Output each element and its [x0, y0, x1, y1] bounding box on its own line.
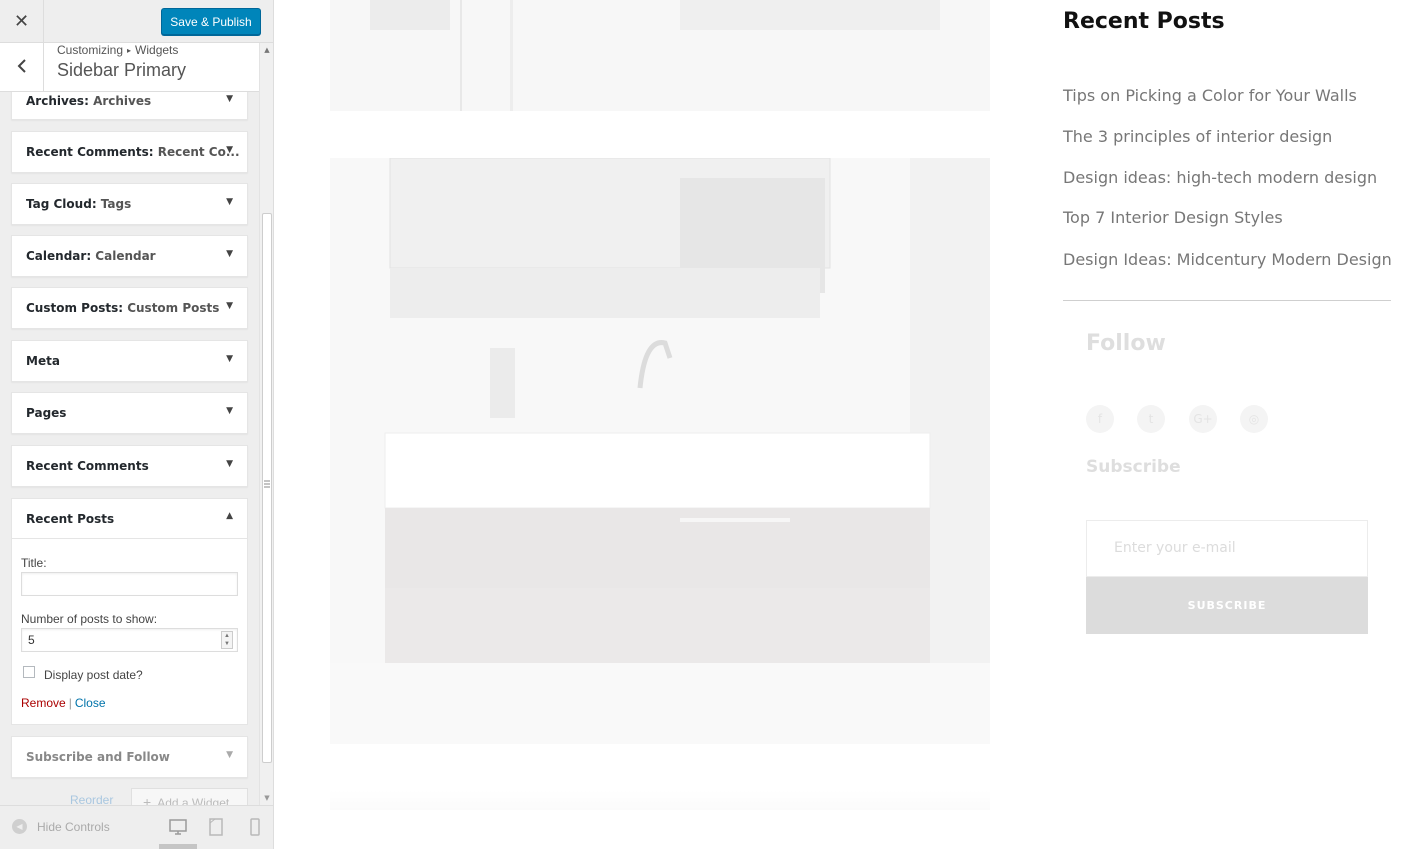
post-image-bathroom: [330, 158, 990, 744]
section-title: Sidebar Primary: [57, 60, 187, 80]
close-link[interactable]: Close: [75, 696, 106, 710]
twitter-icon[interactable]: t: [1137, 405, 1165, 433]
widget-instance: Archives: [93, 94, 152, 108]
post-count-stepper[interactable]: 5 ▲ ▼: [21, 628, 238, 652]
widget-name: Pages: [26, 406, 67, 420]
google-plus-icon[interactable]: G+: [1189, 405, 1217, 433]
widget-name: Recent Posts: [26, 512, 115, 526]
widget-instance: Tags: [100, 197, 132, 211]
expand-arrow-icon[interactable]: ▼: [226, 459, 233, 469]
widget-recent-posts-open: Recent Posts ▲ Title: Number of posts to…: [11, 498, 248, 725]
post-count-label: Number of posts to show:: [21, 612, 158, 626]
widget-name: Subscribe and Follow: [26, 750, 170, 764]
widget-name: Recent Comments: [26, 145, 149, 159]
display-date-label: Display post date?: [44, 668, 143, 682]
widget-name: Tag Cloud: [26, 197, 92, 211]
stepper-arrows-icon[interactable]: ▲ ▼: [221, 631, 233, 649]
subscribe-heading: Subscribe: [1086, 457, 1181, 477]
breadcrumb-leaf: Widgets: [135, 43, 179, 57]
expand-arrow-icon[interactable]: ▼: [226, 249, 233, 259]
section-header: Customizing ▸ Widgets Sidebar Primary: [0, 43, 260, 92]
collapse-arrow-icon[interactable]: ▲: [226, 511, 233, 521]
expand-arrow-icon[interactable]: ▼: [226, 750, 233, 760]
recent-post-link[interactable]: Top 7 Interior Design Styles: [1063, 208, 1283, 227]
customizer-panel: ✕ Save & Publish Customizing ▸ Widgets Sid…: [0, 0, 274, 849]
subscribe-button[interactable]: SUBSCRIBE: [1086, 577, 1368, 634]
scroll-up-icon[interactable]: ▲: [260, 43, 273, 57]
title-field-label: Title:: [21, 556, 47, 570]
widget-name: Meta: [26, 354, 60, 368]
widget-calendar[interactable]: Calendar: Calendar ▼: [11, 235, 248, 277]
widget-recent-comments[interactable]: Recent Comments: Recent Co... ▼: [11, 131, 248, 173]
widget-name: Calendar: [26, 249, 87, 263]
breadcrumb: Customizing ▸ Widgets: [57, 43, 178, 57]
hide-controls-label: Hide Controls: [37, 819, 110, 834]
back-button[interactable]: [0, 43, 44, 91]
widget-instance: Custom Posts: [127, 301, 220, 315]
close-icon: ✕: [13, 11, 30, 32]
recent-post-link[interactable]: Design ideas: high-tech modern design: [1063, 168, 1377, 187]
expand-arrow-icon[interactable]: ▼: [226, 301, 233, 311]
expand-arrow-icon[interactable]: ▼: [226, 354, 233, 364]
customizer-footer: ◀ Hide Controls: [0, 805, 273, 849]
email-field[interactable]: Enter your e-mail: [1086, 520, 1368, 577]
widget-name: Recent Comments: [26, 459, 149, 473]
expand-arrow-icon[interactable]: ▼: [226, 94, 233, 104]
display-date-checkbox[interactable]: [23, 666, 35, 678]
close-customizer-button[interactable]: ✕: [0, 0, 44, 43]
title-field[interactable]: [21, 572, 238, 596]
scroll-thumb[interactable]: [262, 213, 272, 763]
save-publish-button[interactable]: Save & Publish: [161, 8, 261, 35]
widget-recent-comments-2[interactable]: Recent Comments ▼: [11, 445, 248, 487]
widget-meta[interactable]: Meta ▼: [11, 340, 248, 382]
widget-subscribe-follow[interactable]: Subscribe and Follow ▼: [11, 736, 248, 778]
collapse-arrow-icon: ◀: [12, 819, 27, 834]
widget-custom-posts[interactable]: Custom Posts: Custom Posts ▼: [11, 287, 248, 329]
widget-recent-posts-header[interactable]: Recent Posts ▲: [12, 499, 247, 539]
widget-tag-cloud[interactable]: Tag Cloud: Tags ▼: [11, 183, 248, 225]
hide-controls-button[interactable]: ◀ Hide Controls: [12, 819, 110, 834]
post-count-value: 5: [28, 633, 35, 647]
widget-pages[interactable]: Pages ▼: [11, 392, 248, 434]
widget-name: Custom Posts: [26, 301, 119, 315]
follow-heading: Follow: [1086, 331, 1166, 356]
facebook-icon[interactable]: f: [1086, 405, 1114, 433]
chevron-left-icon: [17, 58, 27, 77]
expand-arrow-icon[interactable]: ▼: [226, 406, 233, 416]
scroll-down-icon[interactable]: ▼: [260, 791, 273, 805]
desktop-preview-icon[interactable]: [169, 818, 187, 836]
panel-scrollbar[interactable]: ▲ ▼: [259, 43, 273, 805]
recent-posts-heading: Recent Posts: [1063, 9, 1225, 34]
recent-post-link[interactable]: Tips on Picking a Color for Your Walls: [1063, 86, 1357, 105]
active-device-indicator: [159, 844, 197, 849]
post-image-top: [330, 0, 990, 111]
recent-post-link[interactable]: The 3 principles of interior design: [1063, 127, 1332, 146]
post-image-bottom: [330, 790, 990, 810]
instagram-icon[interactable]: ◎: [1240, 405, 1268, 433]
customizer-header: ✕ Save & Publish: [0, 0, 273, 43]
widget-actions: Remove | Close: [21, 696, 106, 710]
grip-icon: [264, 480, 270, 488]
recent-post-link[interactable]: Design Ideas: Midcentury Modern Design: [1063, 250, 1392, 269]
sidebar-divider: [1063, 300, 1391, 301]
breadcrumb-root: Customizing: [57, 43, 124, 57]
remove-link[interactable]: Remove: [21, 696, 66, 710]
breadcrumb-separator-icon: ▸: [127, 46, 132, 55]
site-preview: Recent Posts Tips on Picking a Color for…: [275, 0, 1419, 849]
expand-arrow-icon[interactable]: ▼: [226, 197, 233, 207]
widget-instance: Calendar: [95, 249, 156, 263]
mobile-preview-icon[interactable]: [246, 818, 264, 836]
tablet-preview-icon[interactable]: [207, 818, 225, 836]
widget-name: Archives: [26, 94, 85, 108]
link-separator: |: [68, 696, 72, 710]
expand-arrow-icon[interactable]: ▼: [226, 145, 233, 155]
